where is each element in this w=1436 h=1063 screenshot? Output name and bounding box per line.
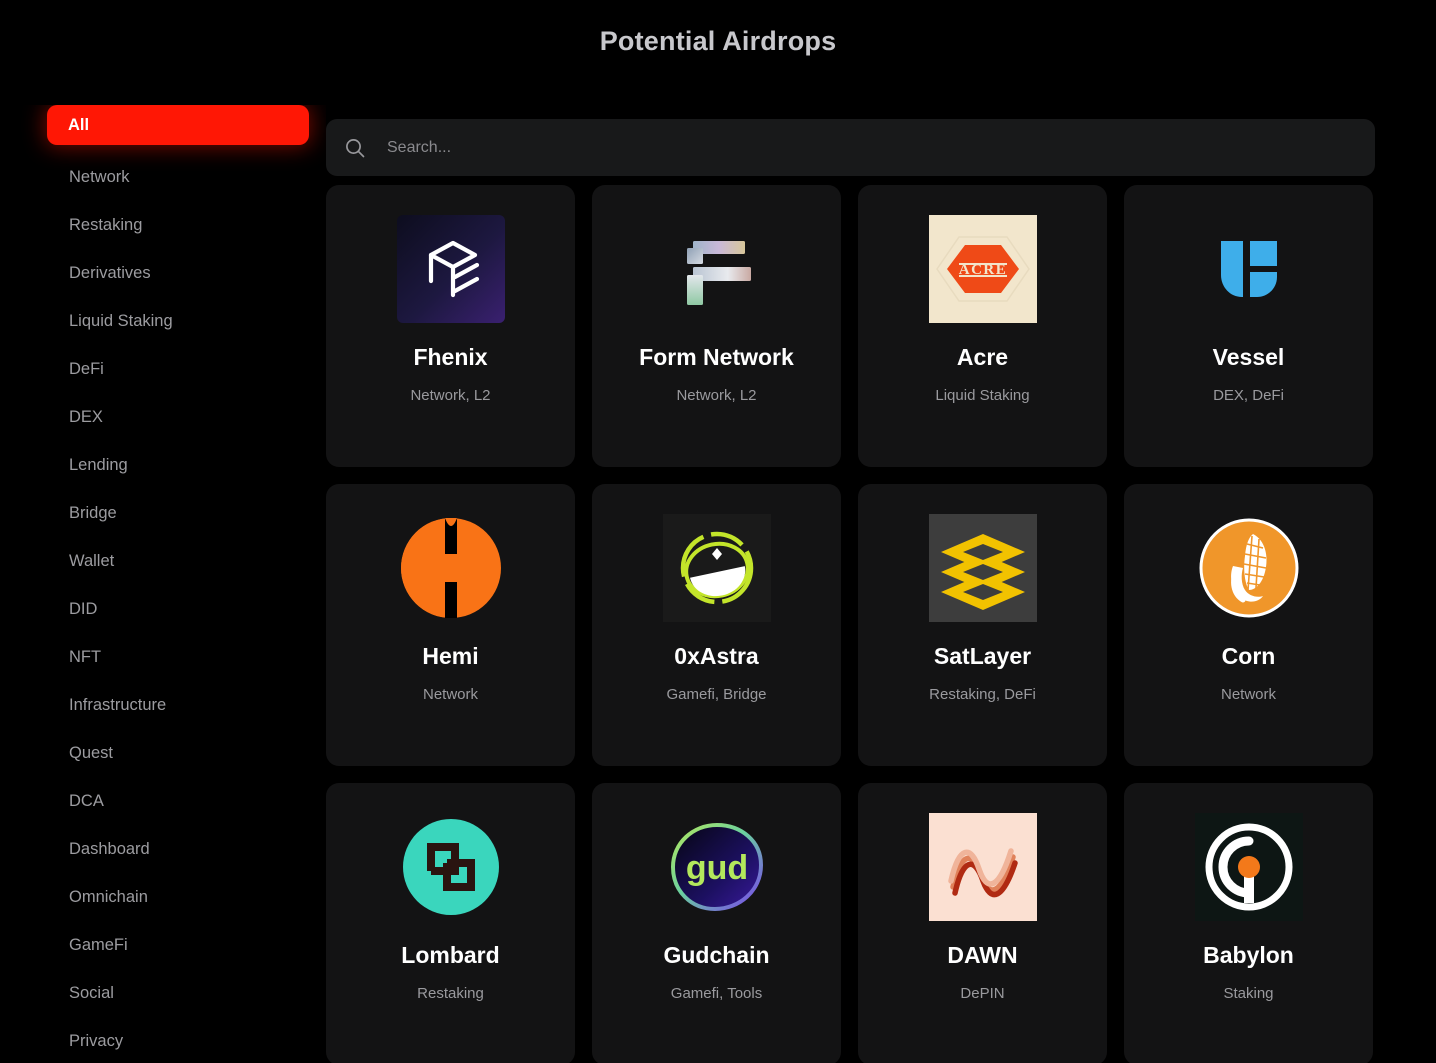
airdrop-card[interactable]: Hemi Network bbox=[326, 484, 575, 766]
sidebar-item-label: Lending bbox=[69, 455, 128, 474]
airdrop-card[interactable]: SatLayer Restaking, DeFi bbox=[858, 484, 1107, 766]
sidebar-item-derivatives[interactable]: Derivatives bbox=[47, 249, 309, 297]
sidebar-item-label: Omnichain bbox=[69, 887, 148, 906]
airdrop-card[interactable]: Corn Network bbox=[1124, 484, 1373, 766]
sidebar-item-dashboard[interactable]: Dashboard bbox=[47, 825, 309, 873]
sidebar-item-gamefi[interactable]: GameFi bbox=[47, 921, 309, 969]
sidebar-item-lending[interactable]: Lending bbox=[47, 441, 309, 489]
card-name: DAWN bbox=[947, 942, 1018, 968]
card-tags: Staking bbox=[1223, 985, 1274, 1003]
airdrop-card[interactable]: Fhenix Network, L2 bbox=[326, 185, 575, 467]
airdrop-card[interactable]: DAWN DePIN bbox=[858, 783, 1107, 1063]
sidebar-item-label: All bbox=[68, 115, 90, 134]
sidebar-item-label: DeFi bbox=[69, 359, 104, 378]
sidebar-item-social[interactable]: Social bbox=[47, 969, 309, 1017]
airdrop-card[interactable]: Vessel DEX, DeFi bbox=[1124, 185, 1373, 467]
sidebar-item-nft[interactable]: NFT bbox=[47, 633, 309, 681]
airdrop-card[interactable]: gud Gudchain Gamefi, Tools bbox=[592, 783, 841, 1063]
babylon-logo bbox=[1194, 813, 1303, 921]
card-name: Hemi bbox=[422, 643, 479, 669]
hemi-logo bbox=[397, 514, 505, 622]
card-name: SatLayer bbox=[933, 643, 1032, 669]
sidebar-item-defi[interactable]: DeFi bbox=[47, 345, 309, 393]
search-input[interactable] bbox=[366, 119, 1375, 176]
card-tags: Liquid Staking bbox=[935, 387, 1030, 405]
card-tags: Gamefi, Tools bbox=[670, 985, 763, 1003]
sidebar-item-label: Restaking bbox=[69, 215, 143, 234]
sidebar-item-infrastructure[interactable]: Infrastructure bbox=[47, 681, 309, 729]
card-tags: Network bbox=[422, 686, 478, 704]
main-content: Fhenix Network, L2 Form Network Network, L2… bbox=[326, 105, 1436, 1063]
airdrops-page: Potential Airdrops All Network Restaking De… bbox=[0, 0, 1436, 1063]
lombard-logo bbox=[397, 813, 505, 921]
airdrop-card[interactable]: Babylon Staking bbox=[1124, 783, 1373, 1063]
sidebar-item-dex[interactable]: DEX bbox=[47, 393, 309, 441]
card-name: Acre bbox=[956, 344, 1009, 370]
sidebar-item-wallet[interactable]: Wallet bbox=[47, 537, 309, 585]
card-name: Corn bbox=[1221, 643, 1276, 669]
card-name: Fhenix bbox=[413, 344, 488, 370]
svg-text:ACRE: ACRE bbox=[958, 262, 1007, 278]
airdrop-card-grid: Fhenix Network, L2 Form Network Network, L2… bbox=[326, 185, 1375, 1063]
fhenix-logo bbox=[396, 215, 505, 323]
card-tags: Restaking bbox=[417, 985, 484, 1003]
category-sidebar[interactable]: All Network Restaking Derivatives Liquid Sta… bbox=[0, 105, 326, 1063]
search-icon bbox=[344, 137, 366, 159]
sidebar-item-liquid-staking[interactable]: Liquid Staking bbox=[47, 297, 309, 345]
sidebar-item-all[interactable]: All bbox=[47, 105, 309, 145]
sidebar-item-privacy[interactable]: Privacy bbox=[47, 1017, 309, 1063]
vessel-logo bbox=[1195, 215, 1303, 323]
sidebar-item-label: Liquid Staking bbox=[69, 311, 173, 330]
dawn-logo bbox=[928, 813, 1037, 921]
airdrop-card[interactable]: Lombard Restaking bbox=[326, 783, 575, 1063]
form-network-logo bbox=[663, 215, 771, 323]
sidebar-item-label: Dashboard bbox=[69, 839, 150, 858]
gudchain-logo: gud bbox=[663, 813, 771, 921]
sidebar-item-label: DEX bbox=[69, 407, 103, 426]
sidebar-item-network[interactable]: Network bbox=[47, 153, 309, 201]
sidebar-item-quest[interactable]: Quest bbox=[47, 729, 309, 777]
sidebar-item-label: Derivatives bbox=[69, 263, 151, 282]
card-tags: DePIN bbox=[960, 985, 1005, 1003]
sidebar-item-did[interactable]: DID bbox=[47, 585, 309, 633]
card-tags: Network, L2 bbox=[410, 387, 491, 405]
sidebar-item-restaking[interactable]: Restaking bbox=[47, 201, 309, 249]
sidebar-item-label: GameFi bbox=[69, 935, 128, 954]
sidebar-item-label: Network bbox=[69, 167, 130, 186]
search-bar[interactable] bbox=[326, 119, 1375, 176]
corn-logo bbox=[1195, 514, 1303, 622]
airdrop-card[interactable]: ACRE Acre Liquid Staking bbox=[858, 185, 1107, 467]
airdrop-card[interactable]: Form Network Network, L2 bbox=[592, 185, 841, 467]
sidebar-item-dca[interactable]: DCA bbox=[47, 777, 309, 825]
card-name: Gudchain bbox=[663, 942, 770, 968]
sidebar-item-label: Infrastructure bbox=[69, 695, 167, 714]
card-tags: Network bbox=[1220, 686, 1276, 704]
sidebar-item-label: Social bbox=[69, 983, 114, 1002]
page-title: Potential Airdrops bbox=[599, 26, 837, 56]
svg-text:gud: gud bbox=[685, 849, 747, 887]
sidebar-item-label: Quest bbox=[69, 743, 114, 762]
card-tags: DEX, DeFi bbox=[1213, 387, 1284, 405]
0xastra-logo bbox=[662, 514, 771, 622]
sidebar-item-label: Bridge bbox=[69, 503, 117, 522]
airdrop-card[interactable]: 0xAstra Gamefi, Bridge bbox=[592, 484, 841, 766]
card-name: Babylon bbox=[1203, 942, 1294, 968]
sidebar-item-label: Privacy bbox=[69, 1031, 124, 1050]
card-name: 0xAstra bbox=[674, 643, 759, 669]
sidebar-item-bridge[interactable]: Bridge bbox=[47, 489, 309, 537]
card-name: Lombard bbox=[401, 942, 500, 968]
card-tags: Gamefi, Bridge bbox=[666, 686, 767, 704]
card-name: Vessel bbox=[1212, 344, 1285, 370]
card-tags: Network, L2 bbox=[676, 387, 757, 405]
sidebar-item-label: DID bbox=[69, 599, 98, 618]
card-name: Form Network bbox=[639, 344, 794, 370]
satlayer-logo bbox=[928, 514, 1037, 622]
acre-logo: ACRE bbox=[928, 215, 1037, 323]
sidebar-item-label: NFT bbox=[69, 647, 102, 666]
sidebar-item-omnichain[interactable]: Omnichain bbox=[47, 873, 309, 921]
sidebar-item-label: DCA bbox=[69, 791, 104, 810]
sidebar-item-label: Wallet bbox=[69, 551, 115, 570]
card-tags: Restaking, DeFi bbox=[929, 686, 1036, 704]
